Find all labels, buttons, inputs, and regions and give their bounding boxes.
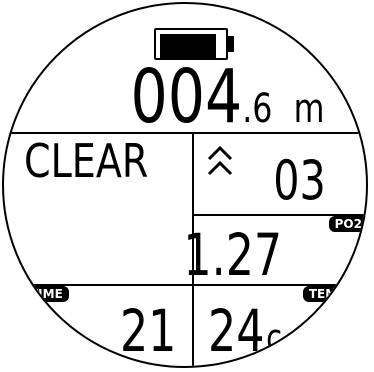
dive-computer-display: 004.6 m CLEAR 03 PO2 1.27 TIME 21 TEMP 24… [2, 2, 368, 368]
temp-unit: c [266, 316, 283, 360]
temp-label: TEMP [302, 286, 352, 302]
depth-integer: 004 [130, 54, 242, 140]
temp-value: 24 [208, 297, 265, 365]
temp-readout: 24c [208, 302, 282, 360]
deco-status: CLEAR [24, 134, 149, 188]
double-chevron-up-icon [207, 145, 233, 176]
depth-decimal: .6 [241, 86, 273, 132]
time-value: 21 [119, 297, 176, 365]
battery-tip [228, 36, 234, 52]
po2-label: PO2 [328, 216, 366, 232]
depth-unit: m [293, 86, 324, 132]
depth-readout: 004.6 m [130, 60, 324, 134]
time-label: TIME [24, 286, 69, 302]
ascent-value: 03 [273, 149, 326, 212]
po2-value: 1.27 [183, 221, 282, 289]
